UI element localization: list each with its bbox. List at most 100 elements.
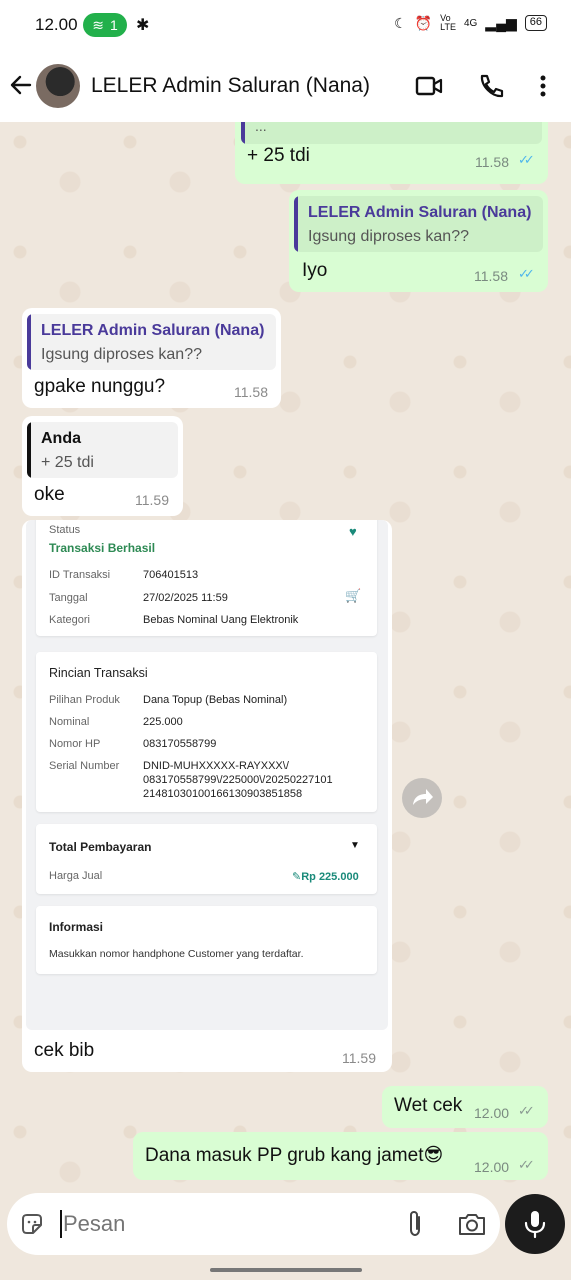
back-arrow-icon[interactable] bbox=[8, 72, 34, 98]
summary-label: Tanggal bbox=[49, 592, 88, 604]
message-time: 11.58 bbox=[475, 154, 509, 170]
status-time: 12.00 bbox=[35, 15, 78, 34]
message-time: 12.00 bbox=[474, 1159, 510, 1175]
quote-bar bbox=[241, 122, 245, 144]
message-time: 11.59 bbox=[135, 492, 169, 508]
quote-sender: LELER Admin Saluran (Nana) bbox=[41, 322, 265, 339]
receipt-total-card: Total Pembayaran ▼ Harga Jual ✎Rp 225.00… bbox=[36, 824, 377, 894]
mic-button[interactable] bbox=[505, 1194, 565, 1254]
quote-sender: Anda bbox=[41, 430, 81, 447]
details-title: Rincian Transaksi bbox=[49, 666, 148, 680]
more-options-icon[interactable] bbox=[528, 72, 558, 100]
message-text: gpake nunggu? bbox=[34, 376, 166, 397]
text-cursor bbox=[60, 1210, 62, 1238]
message-bubble-incoming[interactable]: Anda + 25 tdi oke 11.59 bbox=[22, 416, 183, 516]
delivered-ticks-icon: ✓✓ bbox=[518, 1157, 535, 1172]
battery-indicator: 66 bbox=[524, 15, 547, 31]
gear-icon: ✱ bbox=[136, 17, 150, 34]
cart-icon: 🛒 bbox=[345, 588, 362, 603]
quote-sender: LELER Admin Saluran (Nana) bbox=[308, 204, 532, 221]
message-text: oke bbox=[34, 484, 65, 505]
forward-icon bbox=[413, 789, 433, 805]
price-value-wrap: ✎Rp 225.000 bbox=[292, 870, 359, 883]
quote-text: Igsung diproses kan?? bbox=[41, 346, 202, 363]
moon-icon: ☾ bbox=[394, 14, 407, 31]
heart-icon: ♥ bbox=[349, 524, 357, 539]
caret-down-icon: ▼ bbox=[350, 840, 360, 851]
gesture-nav-bar[interactable] bbox=[210, 1268, 362, 1272]
message-bubble-outgoing[interactable]: ... + 25 tdi 11.58 ✓✓ bbox=[235, 122, 548, 184]
serial-line: 21481030100166130903851858 bbox=[143, 788, 303, 800]
volte-icon: Vo LTE bbox=[440, 13, 456, 32]
summary-value: Bebas Nominal Uang Elektronik bbox=[143, 614, 299, 626]
mic-icon bbox=[524, 1211, 546, 1239]
message-time: 11.58 bbox=[474, 268, 508, 284]
chat-area[interactable]: ... + 25 tdi 11.58 ✓✓ LELER Admin Salura… bbox=[0, 122, 571, 1192]
alarm-icon: ⏰ bbox=[414, 14, 433, 31]
video-call-icon[interactable] bbox=[414, 72, 444, 100]
avatar[interactable] bbox=[36, 64, 80, 108]
wifi-icon: ≋ bbox=[92, 16, 104, 33]
price-value: Rp 225.000 bbox=[301, 871, 359, 883]
info-text: Masukkan nomor handphone Customer yang t… bbox=[49, 948, 304, 960]
quote-text: Igsung diproses kan?? bbox=[308, 228, 469, 245]
voice-call-icon[interactable] bbox=[476, 72, 506, 100]
message-text: Wet cek bbox=[394, 1095, 463, 1116]
status-value: Transaksi Berhasil bbox=[49, 541, 156, 555]
quote-bar bbox=[294, 196, 298, 252]
chat-title[interactable]: LELER Admin Saluran (Nana) bbox=[91, 74, 370, 98]
summary-label: Kategori bbox=[49, 614, 90, 626]
message-time: 12.00 bbox=[474, 1105, 510, 1121]
serial-line: 083170558799\/225000\/20250227101 bbox=[143, 774, 333, 786]
message-text: Dana masuk PP grub kang jamet😎 bbox=[145, 1145, 444, 1166]
detail-label: Nomor HP bbox=[49, 738, 101, 750]
detail-label: Nominal bbox=[49, 716, 90, 728]
summary-value: 706401513 bbox=[143, 569, 199, 581]
message-time: 11.59 bbox=[342, 1050, 376, 1066]
sticker-icon[interactable] bbox=[19, 1211, 45, 1237]
receipt-status-card: Status Transaksi Berhasil ♥ ID Transaksi… bbox=[36, 520, 377, 636]
detail-value: 083170558799 bbox=[143, 738, 217, 750]
price-label: Harga Jual bbox=[49, 870, 103, 882]
image-caption: cek bib bbox=[34, 1040, 95, 1061]
receipt-info-card: Informasi Masukkan nomor handphone Custo… bbox=[36, 906, 377, 974]
info-title: Informasi bbox=[49, 920, 104, 934]
signal-icon: ▂▄▆ bbox=[485, 14, 517, 31]
message-time: 11.58 bbox=[234, 384, 268, 400]
read-ticks-icon: ✓✓ bbox=[518, 152, 535, 167]
quoted-message[interactable]: LELER Admin Saluran (Nana) Igsung dipros… bbox=[294, 196, 543, 252]
status-label: Status bbox=[49, 524, 81, 536]
attach-icon[interactable] bbox=[403, 1209, 427, 1239]
detail-value: Dana Topup (Bebas Nominal) bbox=[143, 694, 288, 706]
detail-value: 225.000 bbox=[143, 716, 183, 728]
message-text: + 25 tdi bbox=[247, 145, 310, 166]
message-input[interactable] bbox=[63, 1207, 393, 1241]
quote-bar bbox=[27, 422, 31, 478]
message-bubble-outgoing[interactable]: LELER Admin Saluran (Nana) Igsung dipros… bbox=[289, 190, 548, 292]
total-title: Total Pembayaran bbox=[49, 840, 152, 854]
hotspot-count: 1 bbox=[109, 17, 118, 33]
quoted-message[interactable]: Anda + 25 tdi bbox=[27, 422, 178, 478]
message-bubble-outgoing[interactable]: Wet cek 12.00 ✓✓ bbox=[382, 1086, 548, 1128]
camera-icon[interactable] bbox=[457, 1210, 487, 1238]
detail-label: Pilihan Produk bbox=[49, 694, 120, 706]
forward-button[interactable] bbox=[402, 778, 442, 818]
hotspot-indicator: ≋ 1 bbox=[83, 13, 127, 37]
receipt-details-card: Rincian Transaksi Pilihan Produk Dana To… bbox=[36, 652, 377, 812]
status-icons: ☾ ⏰ Vo LTE 4G ▂▄▆ 66 bbox=[394, 14, 547, 32]
quote-text: + 25 tdi bbox=[41, 454, 94, 471]
chat-header: LELER Admin Saluran (Nana) bbox=[0, 50, 571, 122]
detail-label: Serial Number bbox=[49, 760, 120, 772]
quoted-message[interactable]: LELER Admin Saluran (Nana) Igsung dipros… bbox=[27, 314, 276, 370]
serial-line: DNID-MUHXXXXX-RAYXXX\/ bbox=[143, 760, 289, 772]
summary-label: ID Transaksi bbox=[49, 569, 111, 581]
message-bubble-incoming[interactable]: LELER Admin Saluran (Nana) Igsung dipros… bbox=[22, 308, 281, 408]
quoted-message[interactable]: ... bbox=[241, 122, 542, 144]
delivered-ticks-icon: ✓✓ bbox=[518, 1103, 535, 1118]
message-composer bbox=[7, 1193, 500, 1255]
message-text: Iyo bbox=[302, 260, 328, 281]
message-bubble-outgoing[interactable]: Dana masuk PP grub kang jamet😎 12.00 ✓✓ bbox=[133, 1132, 548, 1180]
receipt-image[interactable]: Status Transaksi Berhasil ♥ ID Transaksi… bbox=[26, 520, 388, 1030]
status-bar: 12.00 ≋ 1 ✱ ☾ ⏰ Vo LTE 4G ▂▄▆ 66 bbox=[0, 0, 571, 50]
summary-value: 27/02/2025 11:59 bbox=[143, 592, 228, 604]
